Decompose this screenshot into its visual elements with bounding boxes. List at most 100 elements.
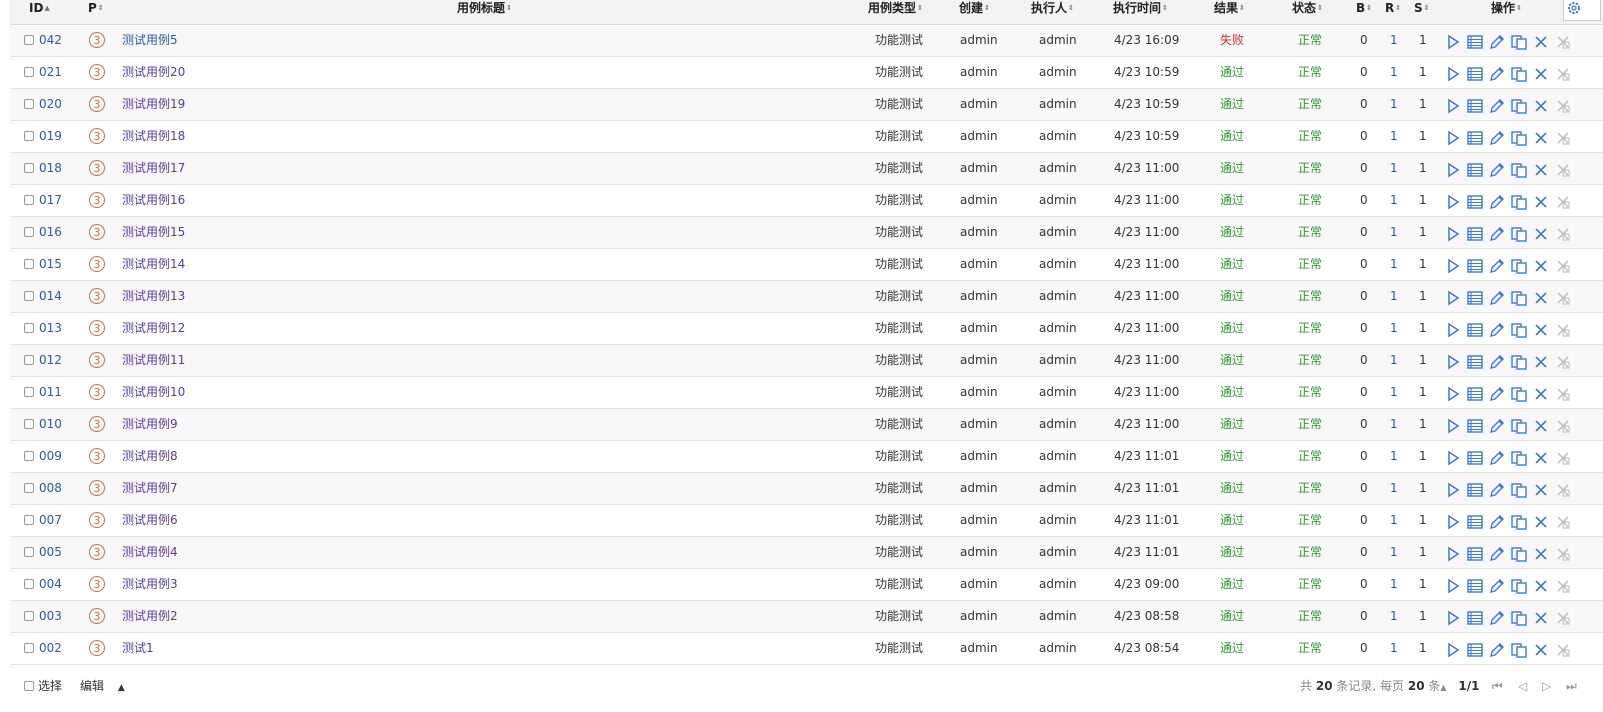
copy-icon[interactable] — [1510, 128, 1528, 146]
result-count-link[interactable]: 1 — [1390, 569, 1398, 600]
case-id-link[interactable]: 008 — [39, 473, 62, 504]
header-type[interactable]: 用例类型⇕ — [868, 0, 923, 16]
copy-icon[interactable] — [1510, 640, 1528, 658]
result-count-link[interactable]: 1 — [1390, 441, 1398, 472]
header-r[interactable]: R⇕ — [1385, 0, 1401, 16]
edit-icon[interactable] — [1488, 224, 1506, 242]
edit-icon[interactable] — [1488, 576, 1506, 594]
case-id-link[interactable]: 012 — [39, 345, 62, 376]
result-count-link[interactable]: 1 — [1390, 57, 1398, 88]
edit-icon[interactable] — [1488, 288, 1506, 306]
case-title-link[interactable]: 测试用例15 — [122, 217, 185, 248]
result-count-link[interactable]: 1 — [1390, 601, 1398, 632]
row-checkbox[interactable] — [24, 131, 34, 141]
select-all-label[interactable]: 选择 — [38, 676, 62, 696]
run-icon[interactable] — [1444, 32, 1462, 50]
row-checkbox[interactable] — [24, 195, 34, 205]
prev-page-icon[interactable]: ◁ — [1518, 676, 1527, 696]
more-icon[interactable] — [1554, 608, 1572, 626]
case-title-link[interactable]: 测试用例6 — [122, 505, 178, 536]
copy-icon[interactable] — [1510, 544, 1528, 562]
row-checkbox[interactable] — [24, 227, 34, 237]
result-count-link[interactable]: 1 — [1390, 409, 1398, 440]
copy-icon[interactable] — [1510, 64, 1528, 82]
results-list-icon[interactable] — [1466, 608, 1484, 626]
more-icon[interactable] — [1554, 576, 1572, 594]
delete-icon[interactable] — [1532, 160, 1550, 178]
results-list-icon[interactable] — [1466, 224, 1484, 242]
case-title-link[interactable]: 测试用例5 — [122, 25, 178, 56]
edit-icon[interactable] — [1488, 96, 1506, 114]
result-count-link[interactable]: 1 — [1390, 377, 1398, 408]
header-s[interactable]: S⇕ — [1414, 0, 1430, 16]
run-icon[interactable] — [1444, 576, 1462, 594]
case-title-link[interactable]: 测试用例14 — [122, 249, 185, 280]
case-title-link[interactable]: 测试用例16 — [122, 185, 185, 216]
header-id[interactable]: ID▲ — [29, 0, 50, 16]
case-id-link[interactable]: 004 — [39, 569, 62, 600]
copy-icon[interactable] — [1510, 160, 1528, 178]
case-title-link[interactable]: 测试用例19 — [122, 89, 185, 120]
header-ops[interactable]: 操作⇕ — [1491, 0, 1522, 16]
delete-icon[interactable] — [1532, 448, 1550, 466]
run-icon[interactable] — [1444, 512, 1462, 530]
edit-icon[interactable] — [1488, 320, 1506, 338]
edit-icon[interactable] — [1488, 608, 1506, 626]
result-count-link[interactable]: 1 — [1390, 505, 1398, 536]
case-title-link[interactable]: 测试用例8 — [122, 441, 178, 472]
first-page-icon[interactable]: ⏮ — [1492, 676, 1503, 696]
copy-icon[interactable] — [1510, 32, 1528, 50]
case-id-link[interactable]: 016 — [39, 217, 62, 248]
delete-icon[interactable] — [1532, 32, 1550, 50]
edit-icon[interactable] — [1488, 64, 1506, 82]
edit-icon[interactable] — [1488, 544, 1506, 562]
case-title-link[interactable]: 测试用例3 — [122, 569, 178, 600]
result-count-link[interactable]: 1 — [1390, 25, 1398, 56]
run-icon[interactable] — [1444, 544, 1462, 562]
more-icon[interactable] — [1554, 640, 1572, 658]
case-id-link[interactable]: 015 — [39, 249, 62, 280]
delete-icon[interactable] — [1532, 352, 1550, 370]
select-all-checkbox[interactable] — [24, 681, 34, 691]
case-id-link[interactable]: 019 — [39, 121, 62, 152]
run-icon[interactable] — [1444, 96, 1462, 114]
row-checkbox[interactable] — [24, 387, 34, 397]
more-icon[interactable] — [1554, 128, 1572, 146]
run-icon[interactable] — [1444, 608, 1462, 626]
header-title[interactable]: 用例标题⇕ — [457, 0, 512, 16]
row-checkbox[interactable] — [24, 355, 34, 365]
run-icon[interactable] — [1444, 416, 1462, 434]
more-icon[interactable] — [1554, 256, 1572, 274]
copy-icon[interactable] — [1510, 480, 1528, 498]
edit-icon[interactable] — [1488, 256, 1506, 274]
row-checkbox[interactable] — [24, 323, 34, 333]
case-id-link[interactable]: 020 — [39, 89, 62, 120]
results-list-icon[interactable] — [1466, 32, 1484, 50]
row-checkbox[interactable] — [24, 547, 34, 557]
run-icon[interactable] — [1444, 384, 1462, 402]
header-b[interactable]: B⇕ — [1356, 0, 1372, 16]
delete-icon[interactable] — [1532, 192, 1550, 210]
copy-icon[interactable] — [1510, 192, 1528, 210]
run-icon[interactable] — [1444, 224, 1462, 242]
delete-icon[interactable] — [1532, 480, 1550, 498]
row-checkbox[interactable] — [24, 67, 34, 77]
more-icon[interactable] — [1554, 416, 1572, 434]
header-status[interactable]: 状态⇕ — [1292, 0, 1323, 16]
copy-icon[interactable] — [1510, 416, 1528, 434]
more-icon[interactable] — [1554, 96, 1572, 114]
case-title-link[interactable]: 测试用例20 — [122, 57, 185, 88]
row-checkbox[interactable] — [24, 483, 34, 493]
edit-icon[interactable] — [1488, 192, 1506, 210]
run-icon[interactable] — [1444, 128, 1462, 146]
copy-icon[interactable] — [1510, 96, 1528, 114]
copy-icon[interactable] — [1510, 384, 1528, 402]
header-exec-time[interactable]: 执行时间⇕ — [1113, 0, 1168, 16]
run-icon[interactable] — [1444, 256, 1462, 274]
more-icon[interactable] — [1554, 288, 1572, 306]
results-list-icon[interactable] — [1466, 384, 1484, 402]
case-id-link[interactable]: 042 — [39, 25, 62, 56]
results-list-icon[interactable] — [1466, 192, 1484, 210]
case-id-link[interactable]: 014 — [39, 281, 62, 312]
result-count-link[interactable]: 1 — [1390, 121, 1398, 152]
